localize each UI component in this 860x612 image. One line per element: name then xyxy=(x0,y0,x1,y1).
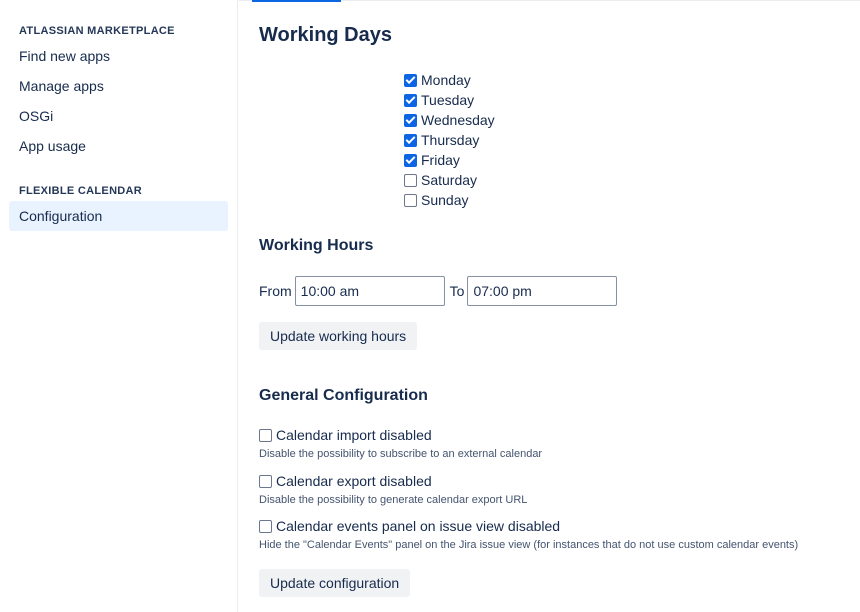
checkbox-calendar-export-disabled[interactable] xyxy=(259,474,272,488)
option-label: Calendar export disabled xyxy=(276,473,432,489)
checkbox-monday[interactable] xyxy=(404,73,417,87)
sidebar-section-title-flexible-calendar: FLEXIBLE CALENDAR xyxy=(19,185,143,197)
working-hours-heading: Working Hours xyxy=(259,237,374,254)
option-label: Calendar import disabled xyxy=(276,427,432,443)
working-day-label: Saturday xyxy=(421,172,478,188)
checkbox-calendar-events-panel-disabled[interactable] xyxy=(259,519,272,533)
working-day-label: Sunday xyxy=(421,192,469,208)
checkbox-wednesday[interactable] xyxy=(404,113,417,127)
option-label: Calendar events panel on issue view disa… xyxy=(276,518,561,534)
main-content: Working Days Monday Tuesday Wednesday Th… xyxy=(239,0,860,612)
from-time-input[interactable] xyxy=(294,276,445,306)
working-day-friday[interactable]: Friday xyxy=(404,150,460,170)
sidebar-item-configuration[interactable]: Configuration xyxy=(9,201,228,231)
checkbox-calendar-import-disabled[interactable] xyxy=(259,428,272,442)
update-working-hours-button[interactable]: Update working hours xyxy=(259,322,418,350)
page: ATLASSIAN MARKETPLACE Find new apps Mana… xyxy=(0,0,860,612)
sidebar-item-find-new-apps[interactable]: Find new apps xyxy=(9,41,228,71)
working-day-wednesday[interactable]: Wednesday xyxy=(404,110,495,130)
working-day-label: Wednesday xyxy=(421,112,495,128)
from-label: From xyxy=(259,283,292,299)
option-description: Hide the "Calendar Events" panel on the … xyxy=(259,539,799,551)
update-configuration-button[interactable]: Update configuration xyxy=(259,569,411,597)
checkbox-sunday[interactable] xyxy=(404,193,417,207)
working-day-thursday[interactable]: Thursday xyxy=(404,130,479,150)
working-day-monday[interactable]: Monday xyxy=(404,70,471,90)
to-time-input[interactable] xyxy=(467,276,618,306)
option-description: Disable the possibility to subscribe to … xyxy=(259,448,543,460)
sidebar-item-manage-apps[interactable]: Manage apps xyxy=(9,71,228,101)
general-configuration-heading: General Configuration xyxy=(259,387,428,404)
working-day-tuesday[interactable]: Tuesday xyxy=(404,90,474,110)
working-day-sunday[interactable]: Sunday xyxy=(404,190,468,210)
sidebar-section-title-marketplace: ATLASSIAN MARKETPLACE xyxy=(19,25,175,37)
working-day-label: Friday xyxy=(421,152,460,168)
option-calendar-events-panel-disabled[interactable]: Calendar events panel on issue view disa… xyxy=(259,518,560,534)
sidebar: ATLASSIAN MARKETPLACE Find new apps Mana… xyxy=(0,0,238,612)
working-day-label: Tuesday xyxy=(421,92,475,108)
working-day-label: Monday xyxy=(421,72,471,88)
checkbox-saturday[interactable] xyxy=(404,173,417,187)
option-calendar-import-disabled[interactable]: Calendar import disabled xyxy=(259,427,432,443)
working-day-label: Thursday xyxy=(421,132,480,148)
checkbox-tuesday[interactable] xyxy=(404,93,417,107)
checkbox-friday[interactable] xyxy=(404,153,417,167)
sidebar-item-app-usage[interactable]: App usage xyxy=(9,131,228,161)
working-day-saturday[interactable]: Saturday xyxy=(404,170,477,190)
option-description: Disable the possibility to generate cale… xyxy=(259,494,528,506)
working-hours-row: From To xyxy=(259,276,618,306)
sidebar-item-osgi[interactable]: OSGi xyxy=(9,101,228,131)
checkbox-thursday[interactable] xyxy=(404,133,417,147)
to-label: To xyxy=(449,283,465,299)
page-title: Working Days xyxy=(259,24,392,46)
option-calendar-export-disabled[interactable]: Calendar export disabled xyxy=(259,473,432,489)
